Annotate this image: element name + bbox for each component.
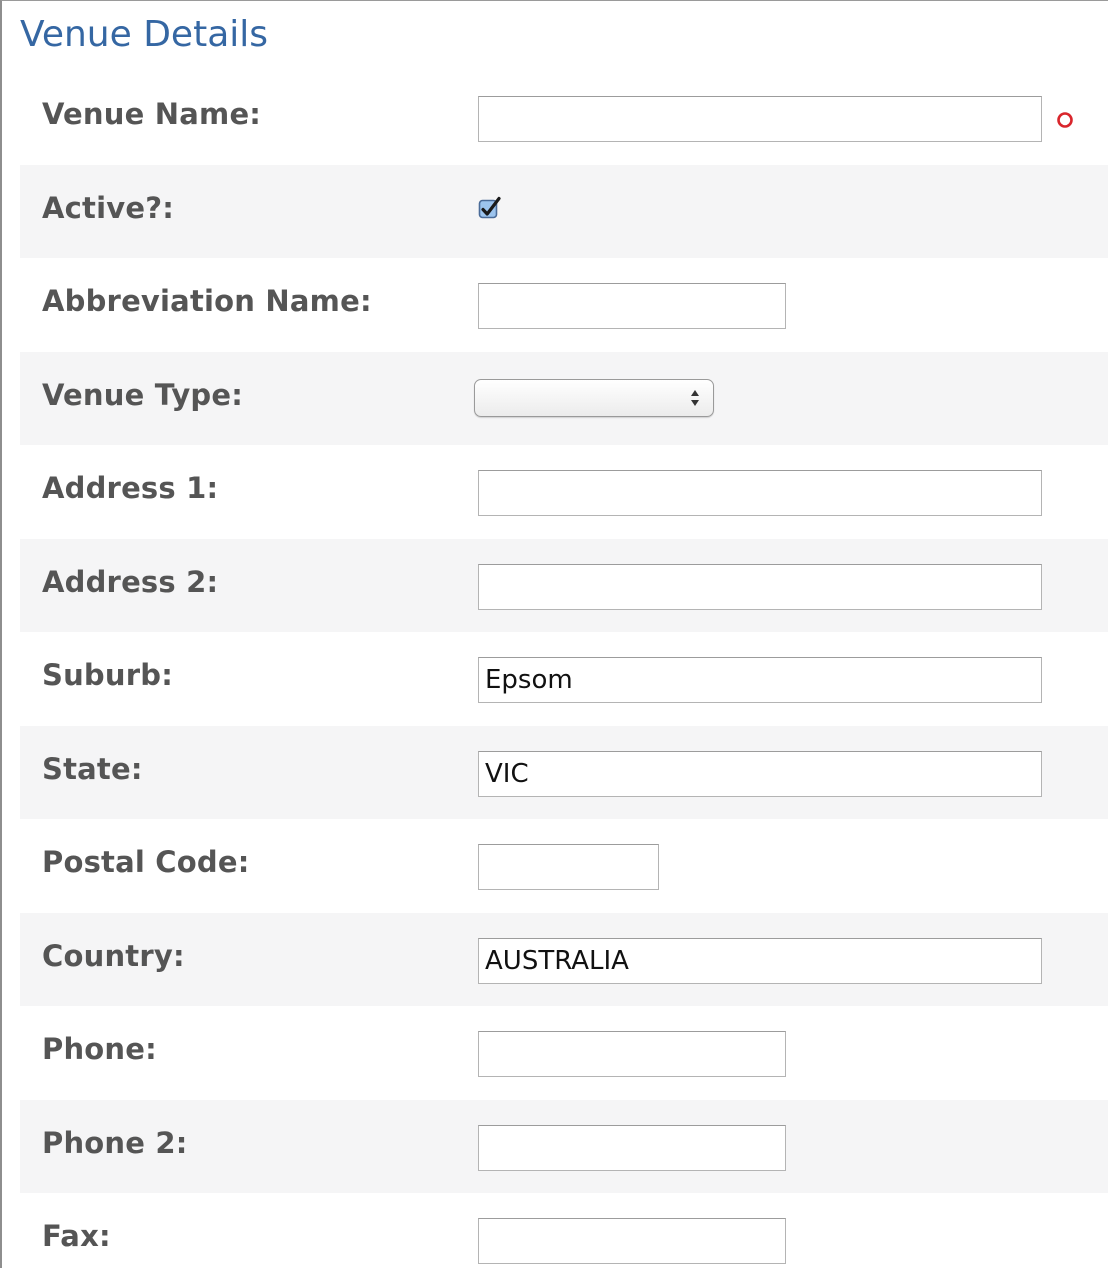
phone-label: Phone:: [42, 1032, 157, 1066]
required-indicator-icon: [1057, 112, 1073, 128]
updown-arrows-icon: [691, 389, 699, 406]
phone-2-row: Phone 2:: [20, 1099, 1108, 1193]
venue-type-select[interactable]: [474, 378, 714, 417]
venue-name-label: Venue Name:: [42, 97, 262, 131]
venue-type-label: Venue Type:: [42, 377, 244, 412]
phone-row: Phone:: [20, 1006, 1108, 1100]
postal-code-input[interactable]: [478, 844, 659, 890]
section-title: Venue Details: [20, 14, 269, 55]
abbreviation-name-row: Abbreviation Name:: [20, 258, 1108, 352]
phone-2-input[interactable]: [478, 1124, 786, 1171]
venue-details-panel: Venue Details Venue Name: Active?: Abbre…: [0, 0, 1108, 1268]
address-1-label: Address 1:: [42, 471, 219, 505]
address-1-input[interactable]: [478, 470, 1042, 516]
suburb-label: Suburb:: [42, 658, 173, 692]
state-row: State:: [20, 725, 1108, 819]
fax-input[interactable]: [478, 1218, 786, 1264]
address-2-row: Address 2:: [20, 538, 1108, 632]
venue-type-row: Venue Type:: [20, 351, 1108, 445]
country-row: Country:: [20, 912, 1108, 1006]
address-2-label: Address 2:: [42, 564, 219, 599]
address-2-input[interactable]: [478, 563, 1042, 610]
suburb-input[interactable]: [478, 657, 1042, 703]
active-checkbox[interactable]: [478, 196, 502, 220]
postal-code-label: Postal Code:: [42, 845, 250, 879]
phone-input[interactable]: [478, 1031, 786, 1077]
venue-name-row: Venue Name:: [20, 71, 1108, 165]
country-input[interactable]: [478, 937, 1042, 984]
fax-label: Fax:: [42, 1219, 111, 1253]
abbreviation-name-label: Abbreviation Name:: [42, 284, 372, 318]
postal-code-row: Postal Code:: [20, 819, 1108, 913]
country-label: Country:: [42, 938, 185, 973]
address-1-row: Address 1:: [20, 445, 1108, 539]
abbreviation-name-input[interactable]: [478, 283, 786, 329]
phone-2-label: Phone 2:: [42, 1125, 188, 1160]
venue-details-form: Venue Name: Active?: Abbreviation Name: …: [20, 71, 1108, 1268]
active-label: Active?:: [42, 190, 175, 225]
venue-name-input[interactable]: [478, 96, 1042, 142]
state-label: State:: [42, 751, 143, 786]
fax-row: Fax:: [20, 1193, 1108, 1268]
state-input[interactable]: [478, 750, 1042, 797]
suburb-row: Suburb:: [20, 632, 1108, 726]
active-row: Active?:: [20, 164, 1108, 258]
